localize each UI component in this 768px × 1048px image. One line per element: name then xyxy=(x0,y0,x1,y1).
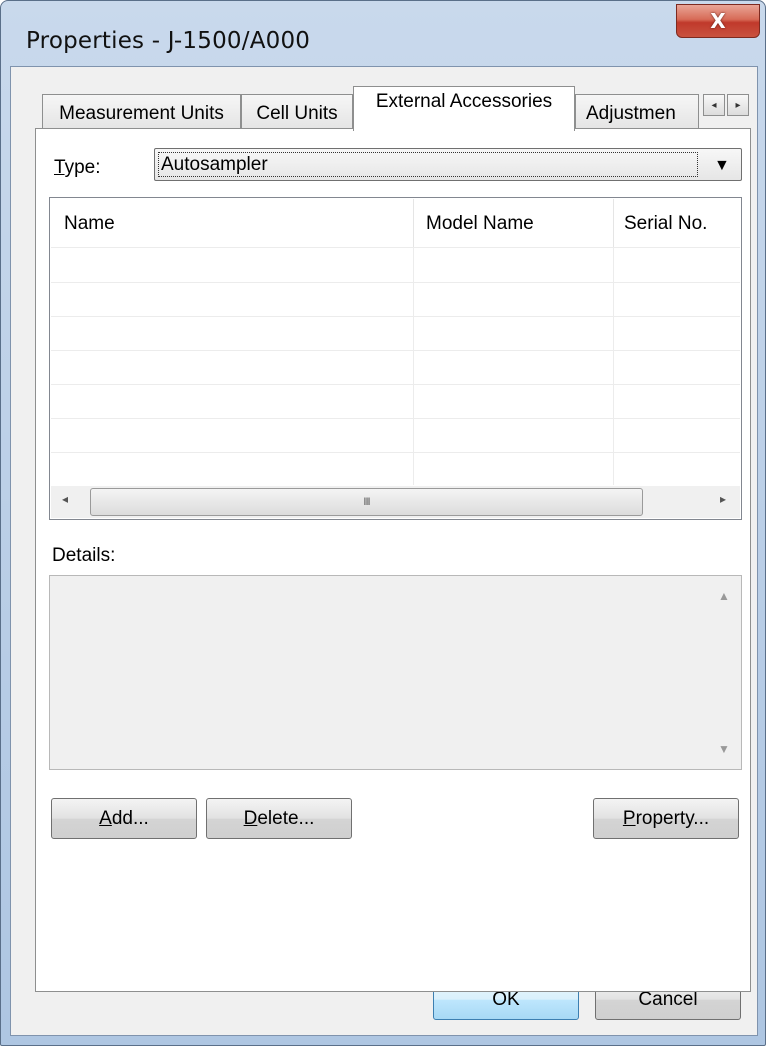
column-header-name[interactable]: Name xyxy=(64,199,409,247)
grid-line xyxy=(51,452,740,453)
horizontal-scroll-thumb[interactable]: III xyxy=(90,488,643,516)
column-divider[interactable] xyxy=(613,199,614,247)
delete-button[interactable]: Delete... xyxy=(206,798,352,839)
add-button[interactable]: Add... xyxy=(51,798,197,839)
grid-line xyxy=(51,384,740,385)
type-dropdown-value: Autosampler xyxy=(158,152,698,177)
chevron-down-icon: ▼ xyxy=(714,157,730,174)
close-button[interactable]: X xyxy=(676,4,760,38)
grid-line xyxy=(51,350,740,351)
details-textbox[interactable] xyxy=(49,575,742,770)
grid-line xyxy=(51,418,740,419)
column-header-model-name[interactable]: Model Name xyxy=(426,199,609,247)
tab-external-accessories[interactable]: External Accessories xyxy=(353,86,575,131)
column-divider[interactable] xyxy=(413,199,414,247)
grip-icon: III xyxy=(363,496,370,508)
grid-line xyxy=(51,247,740,248)
grid-line xyxy=(613,247,614,485)
property-button[interactable]: Property... xyxy=(593,798,739,839)
grid-line xyxy=(51,282,740,283)
right-arrow-icon: ▸ xyxy=(735,99,741,111)
tab-cell-units[interactable]: Cell Units xyxy=(241,94,353,130)
scroll-right-icon[interactable]: ▸ xyxy=(720,492,726,506)
details-label: Details: xyxy=(52,545,116,566)
left-arrow-icon: ◂ xyxy=(711,99,717,111)
type-label: Type: xyxy=(54,157,101,178)
grid-line xyxy=(413,247,414,485)
close-icon: X xyxy=(710,9,726,33)
tab-measurement-units[interactable]: Measurement Units xyxy=(42,94,241,130)
grid-line xyxy=(51,316,740,317)
scroll-down-icon[interactable]: ▼ xyxy=(718,742,730,756)
scroll-left-icon[interactable]: ◂ xyxy=(62,492,68,506)
window-title: Properties - J-1500/A000 xyxy=(26,28,311,54)
column-header-serial-no[interactable]: Serial No. xyxy=(624,199,738,247)
tab-scroll-right-button[interactable]: ▸ xyxy=(727,94,749,116)
tab-adjustment[interactable]: Adjustmen xyxy=(575,94,699,130)
scroll-up-icon[interactable]: ▲ xyxy=(718,589,730,603)
tab-scroll-left-button[interactable]: ◂ xyxy=(703,94,725,116)
